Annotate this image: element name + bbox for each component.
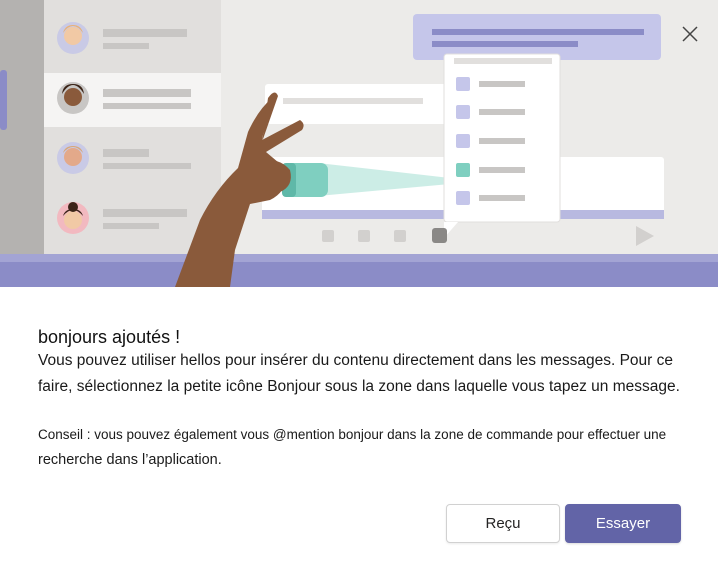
dialog-description: Vous pouvez utiliser hellos pour insérer… <box>38 352 680 395</box>
dialog-title: bonjours ajoutés ! <box>38 327 181 347</box>
try-it-button[interactable]: Essayer <box>565 504 681 543</box>
dialog-tip: Conseil : vous pouvez également vous @me… <box>38 422 708 473</box>
close-icon <box>682 26 698 42</box>
dialog: bonjours ajoutés ! Vous pouvez utiliser … <box>0 0 718 572</box>
got-it-button[interactable]: Reçu <box>446 504 560 543</box>
tip-line-2: recherche dans l’application. <box>38 452 222 468</box>
close-button[interactable] <box>676 20 704 48</box>
hero-illustration <box>0 0 718 287</box>
tip-line-1: Conseil : vous pouvez également vous @me… <box>38 427 667 442</box>
